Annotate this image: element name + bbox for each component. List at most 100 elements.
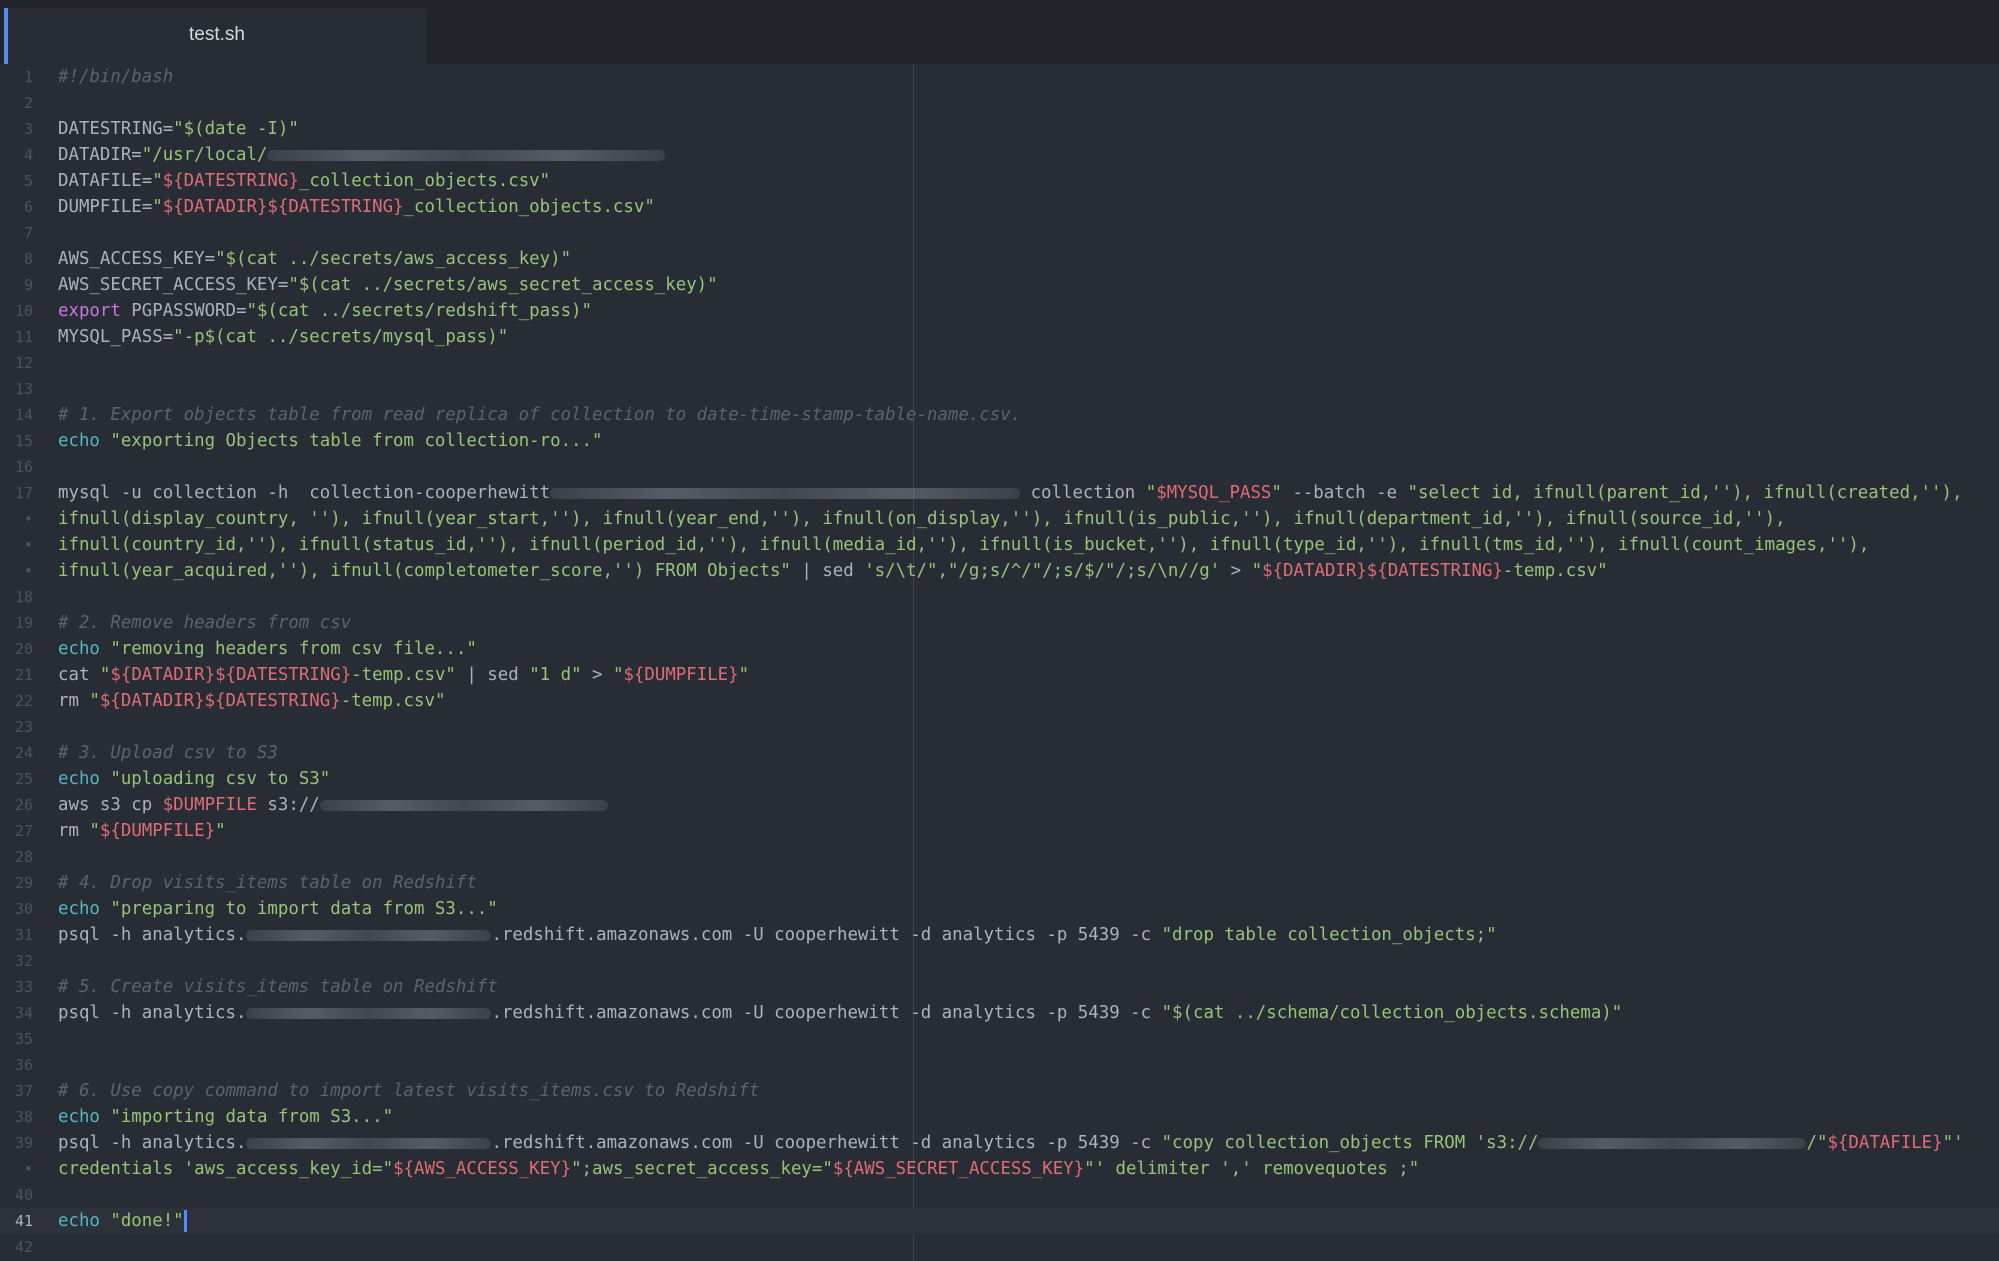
string: ifnull(country_id,''), ifnull(status_id,…: [58, 535, 1870, 555]
line-number: 29: [14, 874, 33, 892]
string: "': [1942, 1133, 1964, 1153]
code-line-wrapped: • ifnull(year_acquired,''), ifnull(comple…: [0, 558, 1999, 584]
line-number: 28: [14, 848, 33, 866]
code-text: .redshift.amazonaws.com -U cooperhewitt …: [491, 925, 1162, 945]
line-number: 25: [14, 770, 33, 788]
string: ": [152, 197, 163, 217]
variable: ${DATADIR}${DATESTRING}: [110, 665, 352, 685]
wrap-marker: •: [23, 1160, 33, 1178]
wrap-marker: •: [23, 562, 33, 580]
builtin: echo: [58, 431, 100, 451]
string: ": [89, 691, 100, 711]
variable: ${DUMPFILE}: [99, 821, 216, 841]
string: "$(cat ../secrets/redshift_pass)": [246, 301, 592, 321]
code-editor[interactable]: 1 #!/bin/bash 2 3 DATESTRING="$(date -I)" …: [0, 64, 1999, 1261]
tab-test-sh[interactable]: test.sh: [4, 8, 426, 64]
line-number: 7: [23, 224, 33, 242]
code-line: 27 rm "${DUMPFILE}": [0, 818, 1999, 844]
code-text: rm: [58, 821, 90, 841]
code-text: DATAFILE=: [58, 171, 153, 191]
redacted-text: [319, 799, 608, 811]
comment: #!/bin/bash: [58, 67, 174, 87]
string: ": [822, 1159, 833, 1179]
line-number: 9: [23, 276, 33, 294]
string: ": [612, 665, 624, 685]
line-number: 41: [14, 1212, 33, 1230]
string: -temp.csv": [351, 665, 456, 685]
code-text: AWS_ACCESS_KEY=: [58, 249, 216, 269]
code-text: cat: [58, 665, 100, 685]
string: "done!": [99, 1211, 184, 1231]
string: "drop table collection_objects;": [1161, 925, 1497, 945]
code-line: 28: [0, 844, 1999, 870]
code-line: 18: [0, 584, 1999, 610]
string: ": [571, 1159, 582, 1179]
line-number: 15: [14, 432, 33, 450]
line-number: 34: [14, 1004, 33, 1022]
code-line: 36: [0, 1052, 1999, 1078]
code-line: 35: [0, 1026, 1999, 1052]
string: ": [1251, 561, 1263, 581]
string: "copy collection_objects FROM 's3://: [1161, 1133, 1539, 1153]
string: "importing data from S3...": [99, 1107, 394, 1127]
line-number: 20: [14, 640, 33, 658]
line-number: 2: [23, 94, 33, 112]
string: ": [1084, 1159, 1095, 1179]
code-text: | sed: [790, 561, 865, 581]
code-line: 22 rm "${DATADIR}${DATESTRING}-temp.csv": [0, 688, 1999, 714]
variable: ${DATESTRING}: [162, 171, 299, 191]
string: "$(cat ../schema/collection_objects.sche…: [1161, 1003, 1623, 1023]
line-number: 6: [23, 198, 33, 216]
variable: $MYSQL_PASS: [1156, 483, 1272, 503]
code-line: 9 AWS_SECRET_ACCESS_KEY="$(cat ../secrets…: [0, 272, 1999, 298]
line-number: 8: [23, 250, 33, 268]
line-number: 17: [14, 484, 33, 502]
line-number: 33: [14, 978, 33, 996]
string: /": [1806, 1133, 1828, 1153]
redacted-text: [246, 1007, 492, 1019]
redacted-text: [550, 487, 1021, 499]
line-number: 10: [14, 302, 33, 320]
code-line: 4 DATADIR="/usr/local/: [0, 142, 1999, 168]
string: ": [99, 665, 111, 685]
string: ": [1271, 483, 1282, 503]
code-text: aws s3 cp: [58, 795, 163, 815]
line-number: 39: [14, 1134, 33, 1152]
comment: # 6. Use copy command to import latest v…: [58, 1081, 760, 1101]
code-line: 14 # 1. Export objects table from read re…: [0, 402, 1999, 428]
string: -temp.csv": [340, 691, 446, 711]
tab-title: test.sh: [189, 24, 245, 45]
code-line: 30 echo "preparing to import data from S3…: [0, 896, 1999, 922]
line-number: 22: [14, 692, 33, 710]
comment: # 1. Export objects table from read repl…: [58, 405, 1022, 425]
string: ": [215, 821, 226, 841]
code-line: 6 DUMPFILE="${DATADIR}${DATESTRING}_colle…: [0, 194, 1999, 220]
code-line-current[interactable]: 41 echo "done!": [0, 1208, 1999, 1234]
code-line: 38 echo "importing data from S3...": [0, 1104, 1999, 1130]
code-text: psql -h analytics.: [58, 1003, 247, 1023]
line-number: 21: [14, 666, 33, 684]
comment: # 2. Remove headers from csv: [58, 613, 352, 633]
comment: # 4. Drop visits_items table on Redshift: [58, 873, 477, 893]
code-line: 21 cat "${DATADIR}${DATESTRING}-temp.csv"…: [0, 662, 1999, 688]
code-text: DATESTRING=: [58, 119, 174, 139]
code-text: --batch -e: [1281, 483, 1408, 503]
variable: ${DATADIR}${DATESTRING}: [99, 691, 341, 711]
builtin: echo: [58, 769, 100, 789]
string: ;aws_secret_access_key=: [581, 1159, 823, 1179]
string: "/usr/local/: [141, 145, 268, 165]
code-line-wrapped: • credentials 'aws_access_key_id="${AWS_A…: [0, 1156, 1999, 1182]
code-line: 26 aws s3 cp $DUMPFILE s3://: [0, 792, 1999, 818]
line-number: 4: [23, 146, 33, 164]
string: ifnull(year_acquired,''), ifnull(complet…: [58, 561, 791, 581]
code-line: 11 MYSQL_PASS="-p$(cat ../secrets/mysql_p…: [0, 324, 1999, 350]
code-line: 39 psql -h analytics. .redshift.amazonaws.…: [0, 1130, 1999, 1156]
code-text: mysql -u collection -h collection-cooper…: [58, 483, 551, 503]
code-text: rm: [58, 691, 90, 711]
string: "exporting Objects table from collection…: [99, 431, 603, 451]
code-text: s3://: [256, 795, 320, 815]
code-line: 12: [0, 350, 1999, 376]
code-line: 5 DATAFILE="${DATESTRING}_collection_obje…: [0, 168, 1999, 194]
line-number: 19: [14, 614, 33, 632]
code-line: 40: [0, 1182, 1999, 1208]
